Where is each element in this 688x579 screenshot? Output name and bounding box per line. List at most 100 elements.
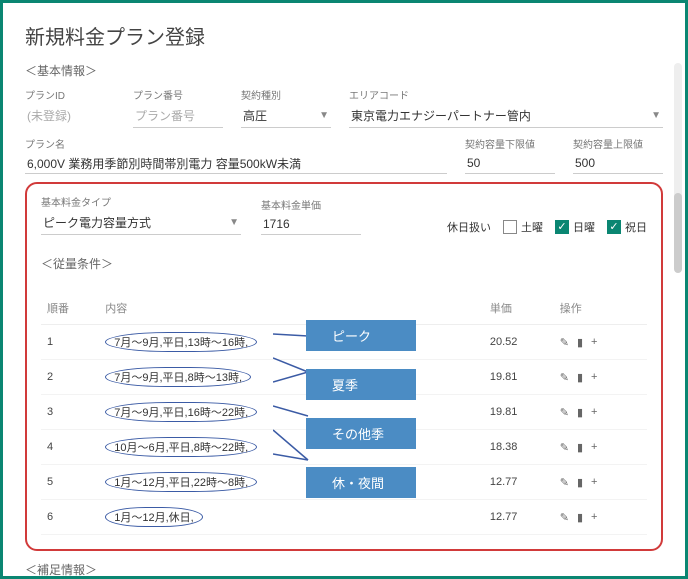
check-sat-label: 土曜 xyxy=(521,219,543,235)
holiday-treat-label: 休日扱い xyxy=(447,219,491,235)
action-group: ✎ ▮ + xyxy=(560,336,641,349)
add-icon[interactable]: + xyxy=(591,371,597,383)
field-plan-no[interactable]: プラン番号 プラン番号 xyxy=(133,87,223,128)
cell-content: 7月～9月,平日,13時～16時, xyxy=(99,325,332,360)
content-bubble: 7月～9月,平日,16時～22時, xyxy=(105,402,257,422)
action-group: ✎ ▮ + xyxy=(560,371,641,384)
th-price: 単価 xyxy=(484,292,554,325)
window: 新規料金プラン登録 ＜基本情報＞ プランID (未登録) プラン番号 プラン番号… xyxy=(0,0,688,579)
contract-type-select[interactable]: 高圧 ▼ xyxy=(241,104,331,128)
field-cap-upper[interactable]: 契約容量上限値 xyxy=(573,136,663,174)
content-bubble: 7月～9月,平日,13時～16時, xyxy=(105,332,257,352)
field-base-price[interactable]: 基本料金単価 xyxy=(261,197,361,235)
cell-action: ✎ ▮ + xyxy=(554,395,647,430)
check-sat[interactable]: 土曜 xyxy=(503,219,543,235)
th-action: 操作 xyxy=(554,292,647,325)
add-icon[interactable]: + xyxy=(591,476,597,488)
edit-icon[interactable]: ✎ xyxy=(560,511,569,524)
page-title: 新規料金プラン登録 xyxy=(25,21,663,50)
cell-order: 2 xyxy=(41,360,99,395)
badge-other: その他季 xyxy=(306,418,416,449)
scrollbar-thumb[interactable] xyxy=(674,193,682,273)
field-contract-type[interactable]: 契約種別 高圧 ▼ xyxy=(241,87,331,128)
cell-price: 19.81 xyxy=(484,360,554,395)
cell-content: 7月～9月,平日,16時～22時, xyxy=(99,395,332,430)
base-fee-row: 基本料金タイプ ピーク電力容量方式 ▼ 基本料金単価 休日扱い 土曜 ✓ 日曜 xyxy=(41,194,647,235)
season-badges: ピーク 夏季 その他季 休・夜間 xyxy=(306,320,416,498)
scrollbar[interactable] xyxy=(674,63,682,263)
edit-icon[interactable]: ✎ xyxy=(560,406,569,419)
area-code-label: エリアコード xyxy=(349,87,663,102)
plan-id-label: プランID xyxy=(25,87,115,102)
cap-upper-input[interactable] xyxy=(573,153,663,174)
cell-content: 7月～9月,平日,8時～13時, xyxy=(99,360,332,395)
th-order: 順番 xyxy=(41,292,99,325)
cell-order: 5 xyxy=(41,465,99,500)
cell-order: 3 xyxy=(41,395,99,430)
holiday-row: 休日扱い 土曜 ✓ 日曜 ✓ 祝日 xyxy=(447,219,647,235)
cell-order: 6 xyxy=(41,500,99,535)
field-plan-name[interactable]: プラン名 xyxy=(25,136,447,174)
check-holiday[interactable]: ✓ 祝日 xyxy=(607,219,647,235)
chevron-down-icon: ▼ xyxy=(651,110,661,121)
th-content: 内容 xyxy=(99,292,332,325)
cell-content: 10月～6月,平日,8時～22時, xyxy=(99,430,332,465)
cell-price: 18.38 xyxy=(484,430,554,465)
cell-order: 1 xyxy=(41,325,99,360)
delete-icon[interactable]: ▮ xyxy=(577,371,583,384)
base-type-select[interactable]: ピーク電力容量方式 ▼ xyxy=(41,211,241,235)
add-icon[interactable]: + xyxy=(591,511,597,523)
area-code-value: 東京電力エナジーパートナー管内 xyxy=(351,107,531,124)
cap-upper-label: 契約容量上限値 xyxy=(573,136,663,151)
delete-icon[interactable]: ▮ xyxy=(577,476,583,489)
form-row-2: プラン名 契約容量下限値 契約容量上限値 xyxy=(25,136,663,174)
add-icon[interactable]: + xyxy=(591,336,597,348)
checkbox-icon-holiday: ✓ xyxy=(607,220,621,234)
plan-name-input[interactable] xyxy=(25,153,447,174)
plan-id-value: (未登録) xyxy=(25,104,115,127)
field-cap-lower[interactable]: 契約容量下限値 xyxy=(465,136,555,174)
check-holiday-label: 祝日 xyxy=(625,219,647,235)
badge-summer: 夏季 xyxy=(306,369,416,400)
edit-icon[interactable]: ✎ xyxy=(560,371,569,384)
cell-action: ✎ ▮ + xyxy=(554,465,647,500)
delete-icon[interactable]: ▮ xyxy=(577,406,583,419)
base-type-label: 基本料金タイプ xyxy=(41,194,241,209)
cell-mid xyxy=(332,500,484,535)
plan-no-label: プラン番号 xyxy=(133,87,223,102)
content-bubble: 1月～12月,休日, xyxy=(105,507,202,527)
cell-price: 20.52 xyxy=(484,325,554,360)
plan-name-label: プラン名 xyxy=(25,136,447,151)
check-sun[interactable]: ✓ 日曜 xyxy=(555,219,595,235)
area-code-select[interactable]: 東京電力エナジーパートナー管内 ▼ xyxy=(349,104,663,128)
add-icon[interactable]: + xyxy=(591,441,597,453)
delete-icon[interactable]: ▮ xyxy=(577,511,583,524)
base-price-input[interactable] xyxy=(261,214,361,235)
cell-price: 12.77 xyxy=(484,465,554,500)
contract-type-value: 高圧 xyxy=(243,107,267,124)
cell-action: ✎ ▮ + xyxy=(554,325,647,360)
cell-content: 1月～12月,平日,22時～8時, xyxy=(99,465,332,500)
cap-lower-input[interactable] xyxy=(465,153,555,174)
form-row-1: プランID (未登録) プラン番号 プラン番号 契約種別 高圧 ▼ エリアコード… xyxy=(25,87,663,128)
content-bubble: 10月～6月,平日,8時～22時, xyxy=(105,437,257,457)
badge-peak: ピーク xyxy=(306,320,416,351)
cell-action: ✎ ▮ + xyxy=(554,500,647,535)
action-group: ✎ ▮ + xyxy=(560,511,641,524)
cell-content: 1月～12月,休日, xyxy=(99,500,332,535)
action-group: ✎ ▮ + xyxy=(560,441,641,454)
field-area-code[interactable]: エリアコード 東京電力エナジーパートナー管内 ▼ xyxy=(349,87,663,128)
action-group: ✎ ▮ + xyxy=(560,406,641,419)
plan-no-input[interactable]: プラン番号 xyxy=(133,104,223,128)
field-base-type[interactable]: 基本料金タイプ ピーク電力容量方式 ▼ xyxy=(41,194,241,235)
badge-holiday-night: 休・夜間 xyxy=(306,467,416,498)
edit-icon[interactable]: ✎ xyxy=(560,336,569,349)
delete-icon[interactable]: ▮ xyxy=(577,441,583,454)
add-icon[interactable]: + xyxy=(591,406,597,418)
contract-type-label: 契約種別 xyxy=(241,87,331,102)
edit-icon[interactable]: ✎ xyxy=(560,441,569,454)
delete-icon[interactable]: ▮ xyxy=(577,336,583,349)
cap-lower-label: 契約容量下限値 xyxy=(465,136,555,151)
edit-icon[interactable]: ✎ xyxy=(560,476,569,489)
cell-price: 12.77 xyxy=(484,500,554,535)
